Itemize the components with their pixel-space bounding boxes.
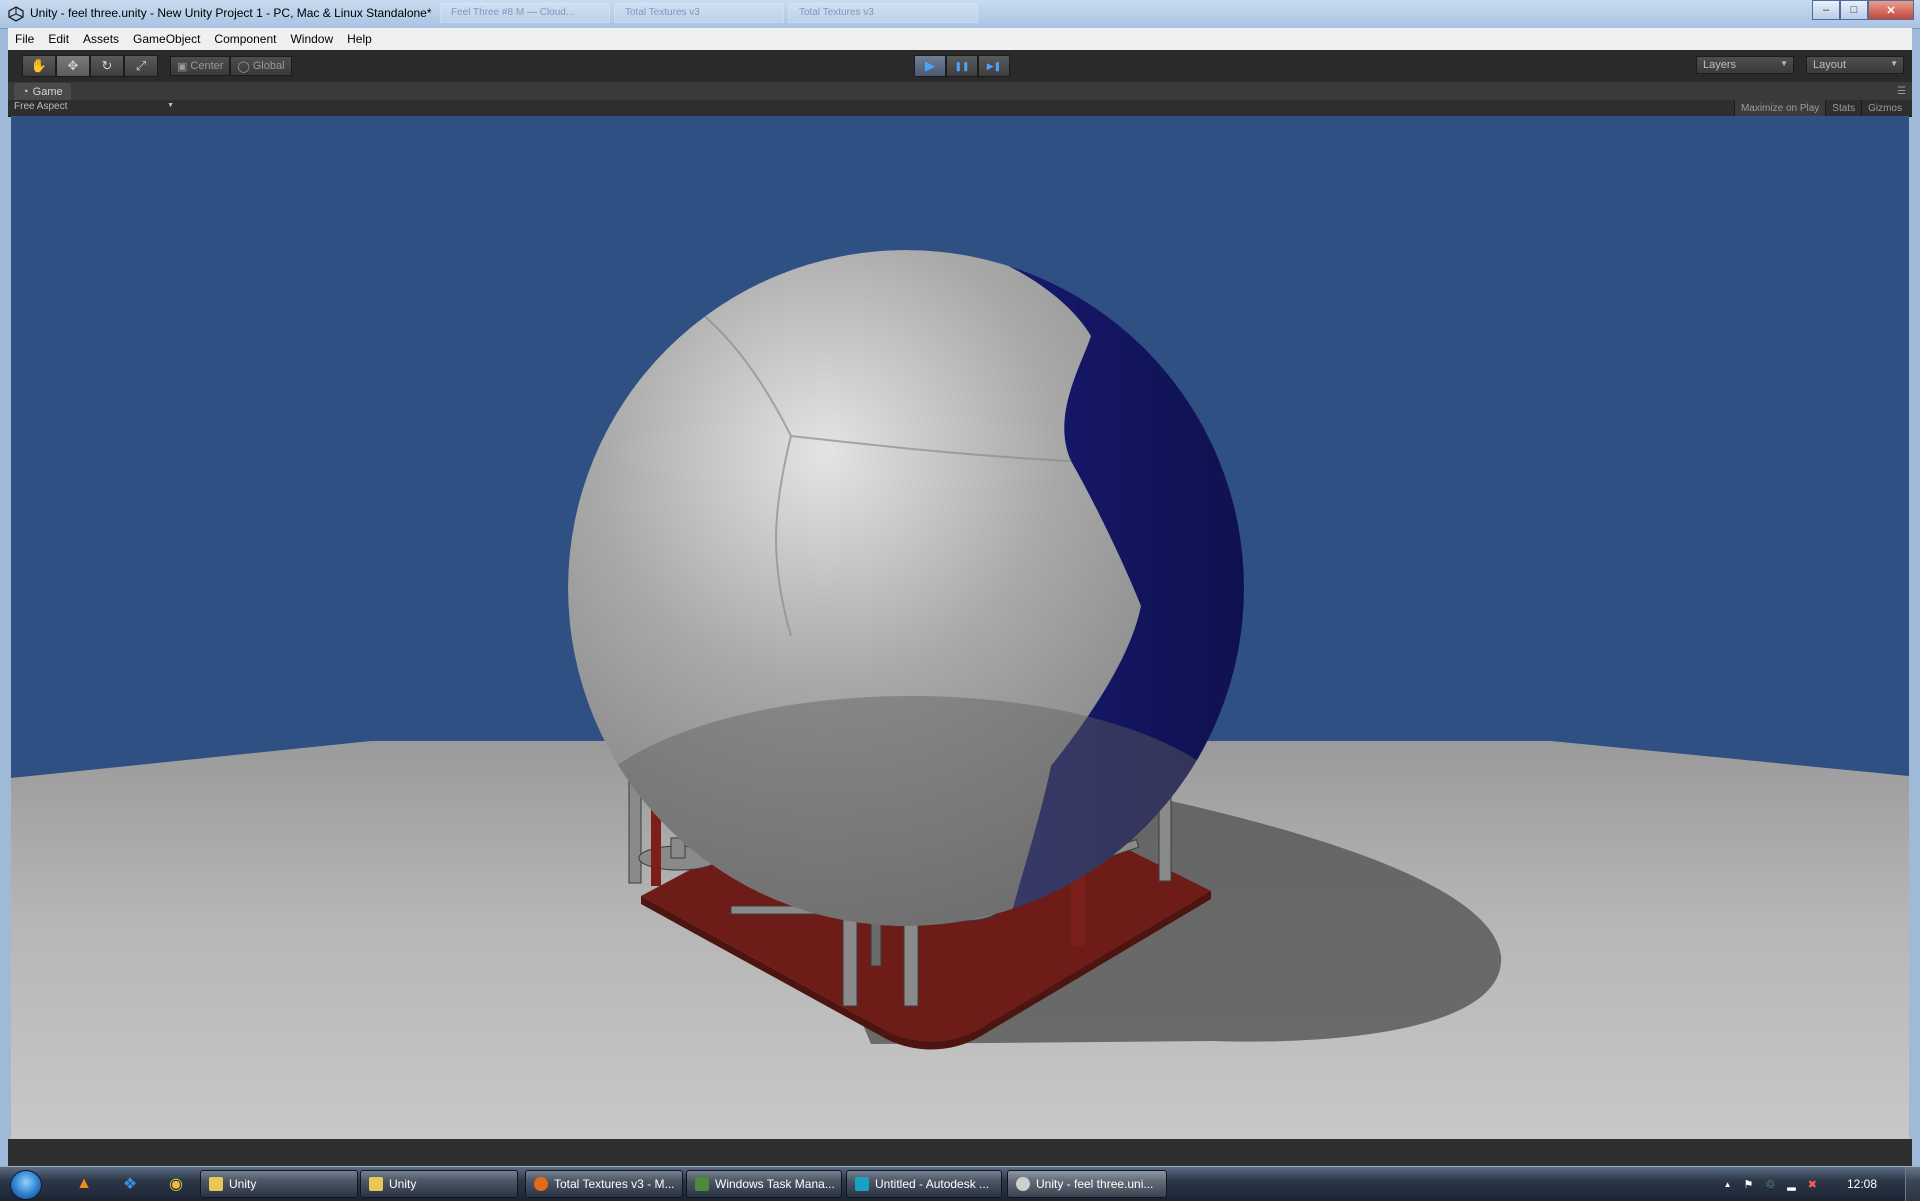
menu-window[interactable]: Window	[283, 32, 340, 46]
taskbar-button-firefox[interactable]: Total Textures v3 - M...	[525, 1170, 683, 1198]
show-hidden-icons-icon[interactable]: ▲	[1724, 1180, 1732, 1189]
layers-dropdown[interactable]: Layers ▼	[1696, 56, 1794, 74]
unity-logo-icon	[1016, 1177, 1030, 1191]
taskbar-button-label: Unity	[229, 1177, 257, 1191]
system-tray: ▲ ⚑ ♲ ▂ ✖ 12:08	[1718, 1167, 1920, 1201]
menu-gameobject[interactable]: GameObject	[126, 32, 207, 46]
game-scene	[11, 116, 1909, 1139]
panel-menu-icon[interactable]: ☰	[1897, 86, 1906, 97]
pivot-global-label: Global	[252, 60, 285, 72]
firefox-icon	[534, 1177, 548, 1191]
folder-icon	[209, 1177, 223, 1191]
chevron-down-icon: ▼	[167, 102, 174, 109]
layout-label: Layout	[1813, 59, 1847, 71]
background-browser-tabs: Feel Three #8 M — Cloud... Total Texture…	[440, 3, 978, 25]
globe-icon: ◯	[237, 60, 250, 73]
taskbar-button-unity-2[interactable]: Unity	[360, 1170, 518, 1198]
tab-game-label: Game	[32, 85, 63, 98]
taskbar-button-label: Unity - feel three.uni...	[1036, 1177, 1154, 1191]
menu-component[interactable]: Component	[207, 32, 283, 46]
pivot-center-icon: ▣	[177, 60, 188, 73]
unity-logo-icon	[8, 6, 24, 22]
play-icon[interactable]: ▶	[914, 55, 946, 77]
transform-tools: ✋ ✥ ↻ ⤢	[22, 55, 158, 77]
scale-tool-icon[interactable]: ⤢	[124, 55, 158, 77]
folder-icon	[369, 1177, 383, 1191]
background-tab: Feel Three #8 M — Cloud...	[440, 3, 610, 23]
taskbar-button-unity-1[interactable]: Unity	[200, 1170, 358, 1198]
aspect-label: Free Aspect	[14, 101, 68, 112]
aspect-dropdown[interactable]: Free Aspect ▼	[14, 101, 174, 112]
sync-icon[interactable]: ♲	[1765, 1178, 1775, 1191]
menu-file[interactable]: File	[8, 32, 41, 46]
layout-dropdown[interactable]: Layout ▼	[1806, 56, 1904, 74]
window-titlebar[interactable]: Unity - feel three.unity - New Unity Pro…	[0, 0, 1920, 29]
rotate-tool-icon[interactable]: ↻	[90, 55, 124, 77]
taskbar-button-task-manager[interactable]: Windows Task Mana...	[686, 1170, 842, 1198]
network-icon[interactable]: ▂	[1787, 1178, 1795, 1191]
task-manager-icon	[695, 1177, 709, 1191]
pivot-center-button[interactable]: ▣ Center	[170, 56, 231, 76]
taskbar-button-autodesk[interactable]: Untitled - Autodesk ...	[846, 1170, 1002, 1198]
move-tool-icon[interactable]: ✥	[56, 55, 90, 77]
volume-muted-icon[interactable]: ✖	[1808, 1178, 1817, 1191]
game-viewport[interactable]	[11, 116, 1909, 1139]
stats-toggle[interactable]: Stats	[1825, 100, 1861, 116]
chrome-icon[interactable]: ◉	[166, 1174, 186, 1194]
menu-assets[interactable]: Assets	[76, 32, 126, 46]
background-tab: Total Textures v3	[788, 3, 978, 23]
clock[interactable]: 12:08	[1847, 1177, 1877, 1191]
show-desktop-button[interactable]	[1905, 1167, 1920, 1201]
window-title: Unity - feel three.unity - New Unity Pro…	[30, 6, 432, 20]
menu-edit[interactable]: Edit	[41, 32, 76, 46]
editor-toolbar: ✋ ✥ ↻ ⤢ ▣ Center ◯ Global ▶ ❚❚ ▶❚ Layers…	[8, 50, 1912, 83]
taskbar-button-label: Unity	[389, 1177, 417, 1191]
chevron-down-icon: ▼	[1780, 59, 1788, 68]
start-button-icon[interactable]	[10, 1170, 42, 1200]
background-tab: Total Textures v3	[614, 3, 784, 23]
menu-help[interactable]: Help	[340, 32, 379, 46]
playback-controls: ▶ ❚❚ ▶❚	[914, 55, 1010, 77]
dropbox-icon[interactable]: ❖	[120, 1174, 140, 1194]
game-view-options: Maximize on Play Stats Gizmos	[1733, 100, 1908, 116]
pivot-global-button[interactable]: ◯ Global	[230, 56, 292, 76]
pivot-toggles: ▣ Center ◯ Global	[170, 56, 292, 76]
minimize-button[interactable]: –	[1812, 0, 1840, 20]
taskbar-button-label: Windows Task Mana...	[715, 1177, 835, 1191]
close-button[interactable]: ✕	[1868, 0, 1914, 20]
maximize-on-play-toggle[interactable]: Maximize on Play	[1733, 100, 1826, 116]
window-controls: – □ ✕	[1812, 0, 1914, 20]
pacman-game-icon: ◔	[22, 85, 29, 98]
pause-icon[interactable]: ❚❚	[946, 55, 978, 77]
maximize-button[interactable]: □	[1840, 0, 1868, 20]
autodesk-icon	[855, 1177, 869, 1191]
taskbar-button-label: Total Textures v3 - M...	[554, 1177, 675, 1191]
editor-statusbar	[8, 1139, 1912, 1166]
chevron-down-icon: ▼	[1890, 59, 1898, 68]
taskbar-button-unity-feel-three[interactable]: Unity - feel three.uni...	[1007, 1170, 1167, 1198]
tab-game[interactable]: ◔ Game	[14, 83, 71, 100]
vlc-icon[interactable]: ▲	[74, 1174, 94, 1194]
gizmos-dropdown[interactable]: Gizmos	[1861, 100, 1908, 116]
action-center-flag-icon[interactable]: ⚑	[1744, 1178, 1754, 1191]
windows-taskbar: ▲ ❖ ◉ Unity Unity Total Textures v3 - M.…	[0, 1166, 1920, 1201]
hand-tool-icon[interactable]: ✋	[22, 55, 56, 77]
game-view-toolbar: Free Aspect ▼ Maximize on Play Stats Giz…	[8, 100, 1912, 117]
taskbar-button-label: Untitled - Autodesk ...	[875, 1177, 990, 1191]
menu-bar: File Edit Assets GameObject Component Wi…	[8, 28, 1912, 51]
step-icon[interactable]: ▶❚	[978, 55, 1010, 77]
pivot-center-label: Center	[190, 60, 224, 72]
layers-label: Layers	[1703, 59, 1737, 71]
game-panel-tabbar: ◔ Game ☰	[8, 82, 1912, 101]
